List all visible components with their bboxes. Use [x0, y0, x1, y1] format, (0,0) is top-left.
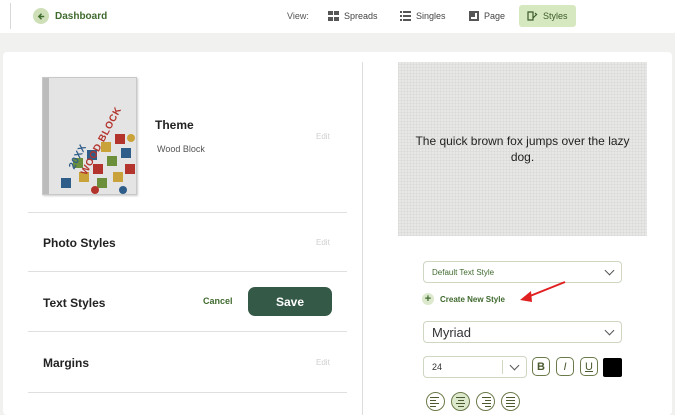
view-label: View:	[287, 11, 309, 21]
column-divider	[362, 62, 363, 415]
row-divider	[28, 212, 347, 213]
align-right-button[interactable]	[476, 392, 495, 411]
view-page-button[interactable]: Page	[461, 5, 513, 27]
align-justify-button[interactable]	[501, 392, 520, 411]
view-styles-button[interactable]: Styles	[519, 5, 576, 27]
row-divider	[28, 392, 347, 393]
dashboard-label: Dashboard	[55, 10, 108, 22]
chevron-down-icon	[604, 265, 615, 275]
divider	[502, 360, 503, 374]
theme-name: Wood Block	[157, 144, 205, 154]
list-icon	[400, 11, 411, 21]
italic-label: I	[563, 360, 567, 373]
view-spreads-label: Spreads	[344, 11, 378, 21]
annotation-arrow-icon	[520, 281, 566, 302]
chevron-down-icon	[604, 325, 615, 335]
divider	[10, 3, 11, 29]
italic-button[interactable]: I	[556, 357, 574, 376]
top-bar: Dashboard View: Spreads Singles Page Sty…	[0, 0, 675, 33]
cancel-button[interactable]: Cancel	[203, 296, 233, 306]
photo-styles-title: Photo Styles	[43, 236, 116, 250]
create-new-style-button[interactable]: + Create New Style	[422, 293, 505, 305]
margins-title: Margins	[43, 356, 90, 370]
view-singles-label: Singles	[416, 11, 446, 21]
chevron-down-icon	[509, 360, 520, 370]
text-color-swatch[interactable]	[603, 358, 622, 377]
font-size-value: 24	[432, 362, 443, 372]
view-styles-label: Styles	[543, 11, 568, 21]
align-left-button[interactable]	[426, 392, 445, 411]
font-dropdown[interactable]: Myriad	[423, 321, 622, 343]
row-divider	[28, 331, 347, 332]
view-page-label: Page	[484, 11, 506, 21]
underline-button[interactable]: U	[580, 357, 598, 376]
align-center-button[interactable]	[451, 392, 470, 411]
photo-styles-edit-link[interactable]: Edit	[316, 238, 330, 247]
plus-icon: +	[422, 293, 434, 305]
theme-title: Theme	[155, 118, 194, 132]
bold-label: B	[537, 360, 545, 373]
row-divider	[28, 271, 347, 272]
underline-label: U	[585, 360, 593, 373]
grid-icon	[328, 11, 339, 21]
text-style-value: Default Text Style	[432, 267, 495, 277]
styles-icon	[527, 11, 538, 21]
page-icon	[469, 11, 479, 21]
bold-button[interactable]: B	[532, 357, 550, 376]
font-size-dropdown[interactable]: 24	[423, 356, 527, 378]
theme-cover-thumbnail[interactable]: 20XX WOOD BLOCK	[42, 77, 137, 195]
theme-edit-link[interactable]: Edit	[316, 132, 330, 141]
view-singles-button[interactable]: Singles	[392, 5, 454, 27]
margins-edit-link[interactable]: Edit	[316, 358, 330, 367]
preview-text: The quick brown fox jumps over the lazy …	[415, 133, 630, 164]
font-value: Myriad	[432, 324, 472, 340]
dashboard-back-button[interactable]: Dashboard	[33, 8, 107, 24]
text-styles-title: Text Styles	[43, 296, 106, 310]
cover-pattern	[43, 78, 135, 194]
background-band	[0, 33, 675, 51]
save-button[interactable]: Save	[248, 287, 332, 316]
view-spreads-button[interactable]: Spreads	[320, 5, 386, 27]
create-new-style-label: Create New Style	[440, 294, 505, 304]
text-style-preview: The quick brown fox jumps over the lazy …	[398, 62, 647, 236]
back-arrow-icon	[33, 8, 49, 24]
